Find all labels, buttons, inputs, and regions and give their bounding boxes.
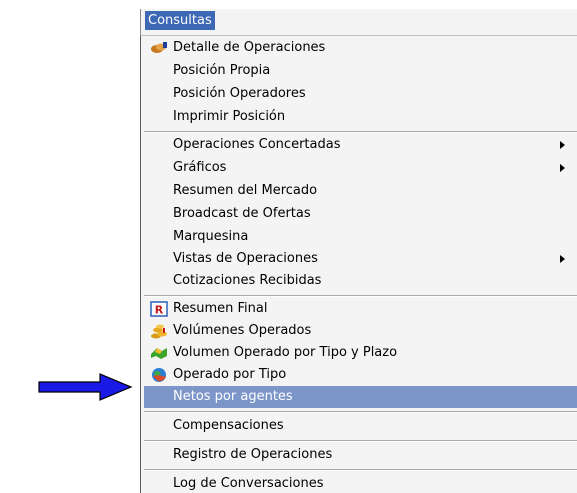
menu-item-label: Gráficos xyxy=(173,160,227,175)
pointer-arrow-icon xyxy=(38,373,133,401)
menu-item-label: Cotizaciones Recibidas xyxy=(173,273,322,288)
menu-item-compensaciones[interactable]: Compensaciones xyxy=(144,415,577,437)
menu-separator xyxy=(144,295,577,297)
menu-item-label: Compensaciones xyxy=(173,418,284,433)
menu-item-resumen-final[interactable]: R Resumen Final xyxy=(144,298,577,320)
menu-item-posicion-propia[interactable]: Posición Propia xyxy=(144,60,577,82)
menu-item-resumen-del-mercado[interactable]: Resumen del Mercado xyxy=(144,180,577,202)
menu-separator xyxy=(144,131,577,133)
menu-item-label: Netos por agentes xyxy=(173,389,293,404)
menu-item-marquesina[interactable]: Marquesina xyxy=(144,226,577,248)
green-exchange-icon xyxy=(151,348,167,359)
menu-item-graficos[interactable]: Gráficos xyxy=(144,157,577,179)
menu-item-operaciones-concertadas[interactable]: Operaciones Concertadas xyxy=(144,134,577,156)
menu-item-label: Resumen del Mercado xyxy=(173,183,318,198)
coins-stack-icon xyxy=(151,324,167,339)
menu-item-label: Broadcast de Ofertas xyxy=(173,206,311,221)
menu-separator xyxy=(144,469,577,471)
submenu-arrow-icon xyxy=(560,164,565,172)
menu-item-label: Volúmenes Operados xyxy=(173,323,312,338)
menu-item-operado-por-tipo[interactable]: Operado por Tipo xyxy=(144,364,577,386)
menu-item-label: Registro de Operaciones xyxy=(173,447,333,462)
menu-item-label: Detalle de Operaciones xyxy=(173,40,326,55)
svg-text:R: R xyxy=(155,304,164,317)
menu-item-detalle-de-operaciones[interactable]: Detalle de Operaciones xyxy=(144,37,577,59)
menu-item-registro-de-operaciones[interactable]: Registro de Operaciones xyxy=(144,444,577,466)
menu-item-label: Posición Operadores xyxy=(173,86,306,101)
menu-item-imprimir-posicion[interactable]: Imprimir Posición xyxy=(144,106,577,128)
menu-item-vistas-de-operaciones[interactable]: Vistas de Operaciones xyxy=(144,248,577,270)
menu-item-broadcast-de-ofertas[interactable]: Broadcast de Ofertas xyxy=(144,203,577,225)
menu-item-label: Vistas de Operaciones xyxy=(173,251,318,266)
menu-item-label: Operado por Tipo xyxy=(173,367,287,382)
menu-bar: Consultas xyxy=(140,9,577,35)
menu-item-volumenes-operados[interactable]: Volúmenes Operados xyxy=(144,320,577,342)
globe-icon xyxy=(152,368,166,382)
consultas-dropdown: Detalle de Operaciones Posición Propia P… xyxy=(140,35,577,493)
menu-item-log-de-conversaciones[interactable]: Log de Conversaciones xyxy=(144,473,577,493)
menu-item-posicion-operadores[interactable]: Posición Operadores xyxy=(144,83,577,105)
handshake-icon xyxy=(151,42,167,53)
submenu-arrow-icon xyxy=(560,255,565,263)
menu-item-netos-por-agentes[interactable]: Netos por agentes xyxy=(144,386,577,408)
menu-consultas[interactable]: Consultas xyxy=(145,11,215,30)
submenu-arrow-icon xyxy=(560,141,565,149)
menu-item-label: Marquesina xyxy=(173,229,249,244)
menu-item-label: Posición Propia xyxy=(173,63,271,78)
menu-item-volumen-operado-por-tipo-y-plazo[interactable]: Volumen Operado por Tipo y Plazo xyxy=(144,342,577,364)
menu-item-label: Resumen Final xyxy=(173,301,268,316)
menu-item-label: Log de Conversaciones xyxy=(173,476,324,491)
report-r-icon: R xyxy=(150,301,168,317)
menu-item-cotizaciones-recibidas[interactable]: Cotizaciones Recibidas xyxy=(144,270,577,292)
menu-item-label: Operaciones Concertadas xyxy=(173,137,341,152)
menu-separator xyxy=(144,440,577,442)
menu-item-label: Volumen Operado por Tipo y Plazo xyxy=(173,345,398,360)
menu-item-label: Imprimir Posición xyxy=(173,109,286,124)
menu-separator xyxy=(144,411,577,413)
